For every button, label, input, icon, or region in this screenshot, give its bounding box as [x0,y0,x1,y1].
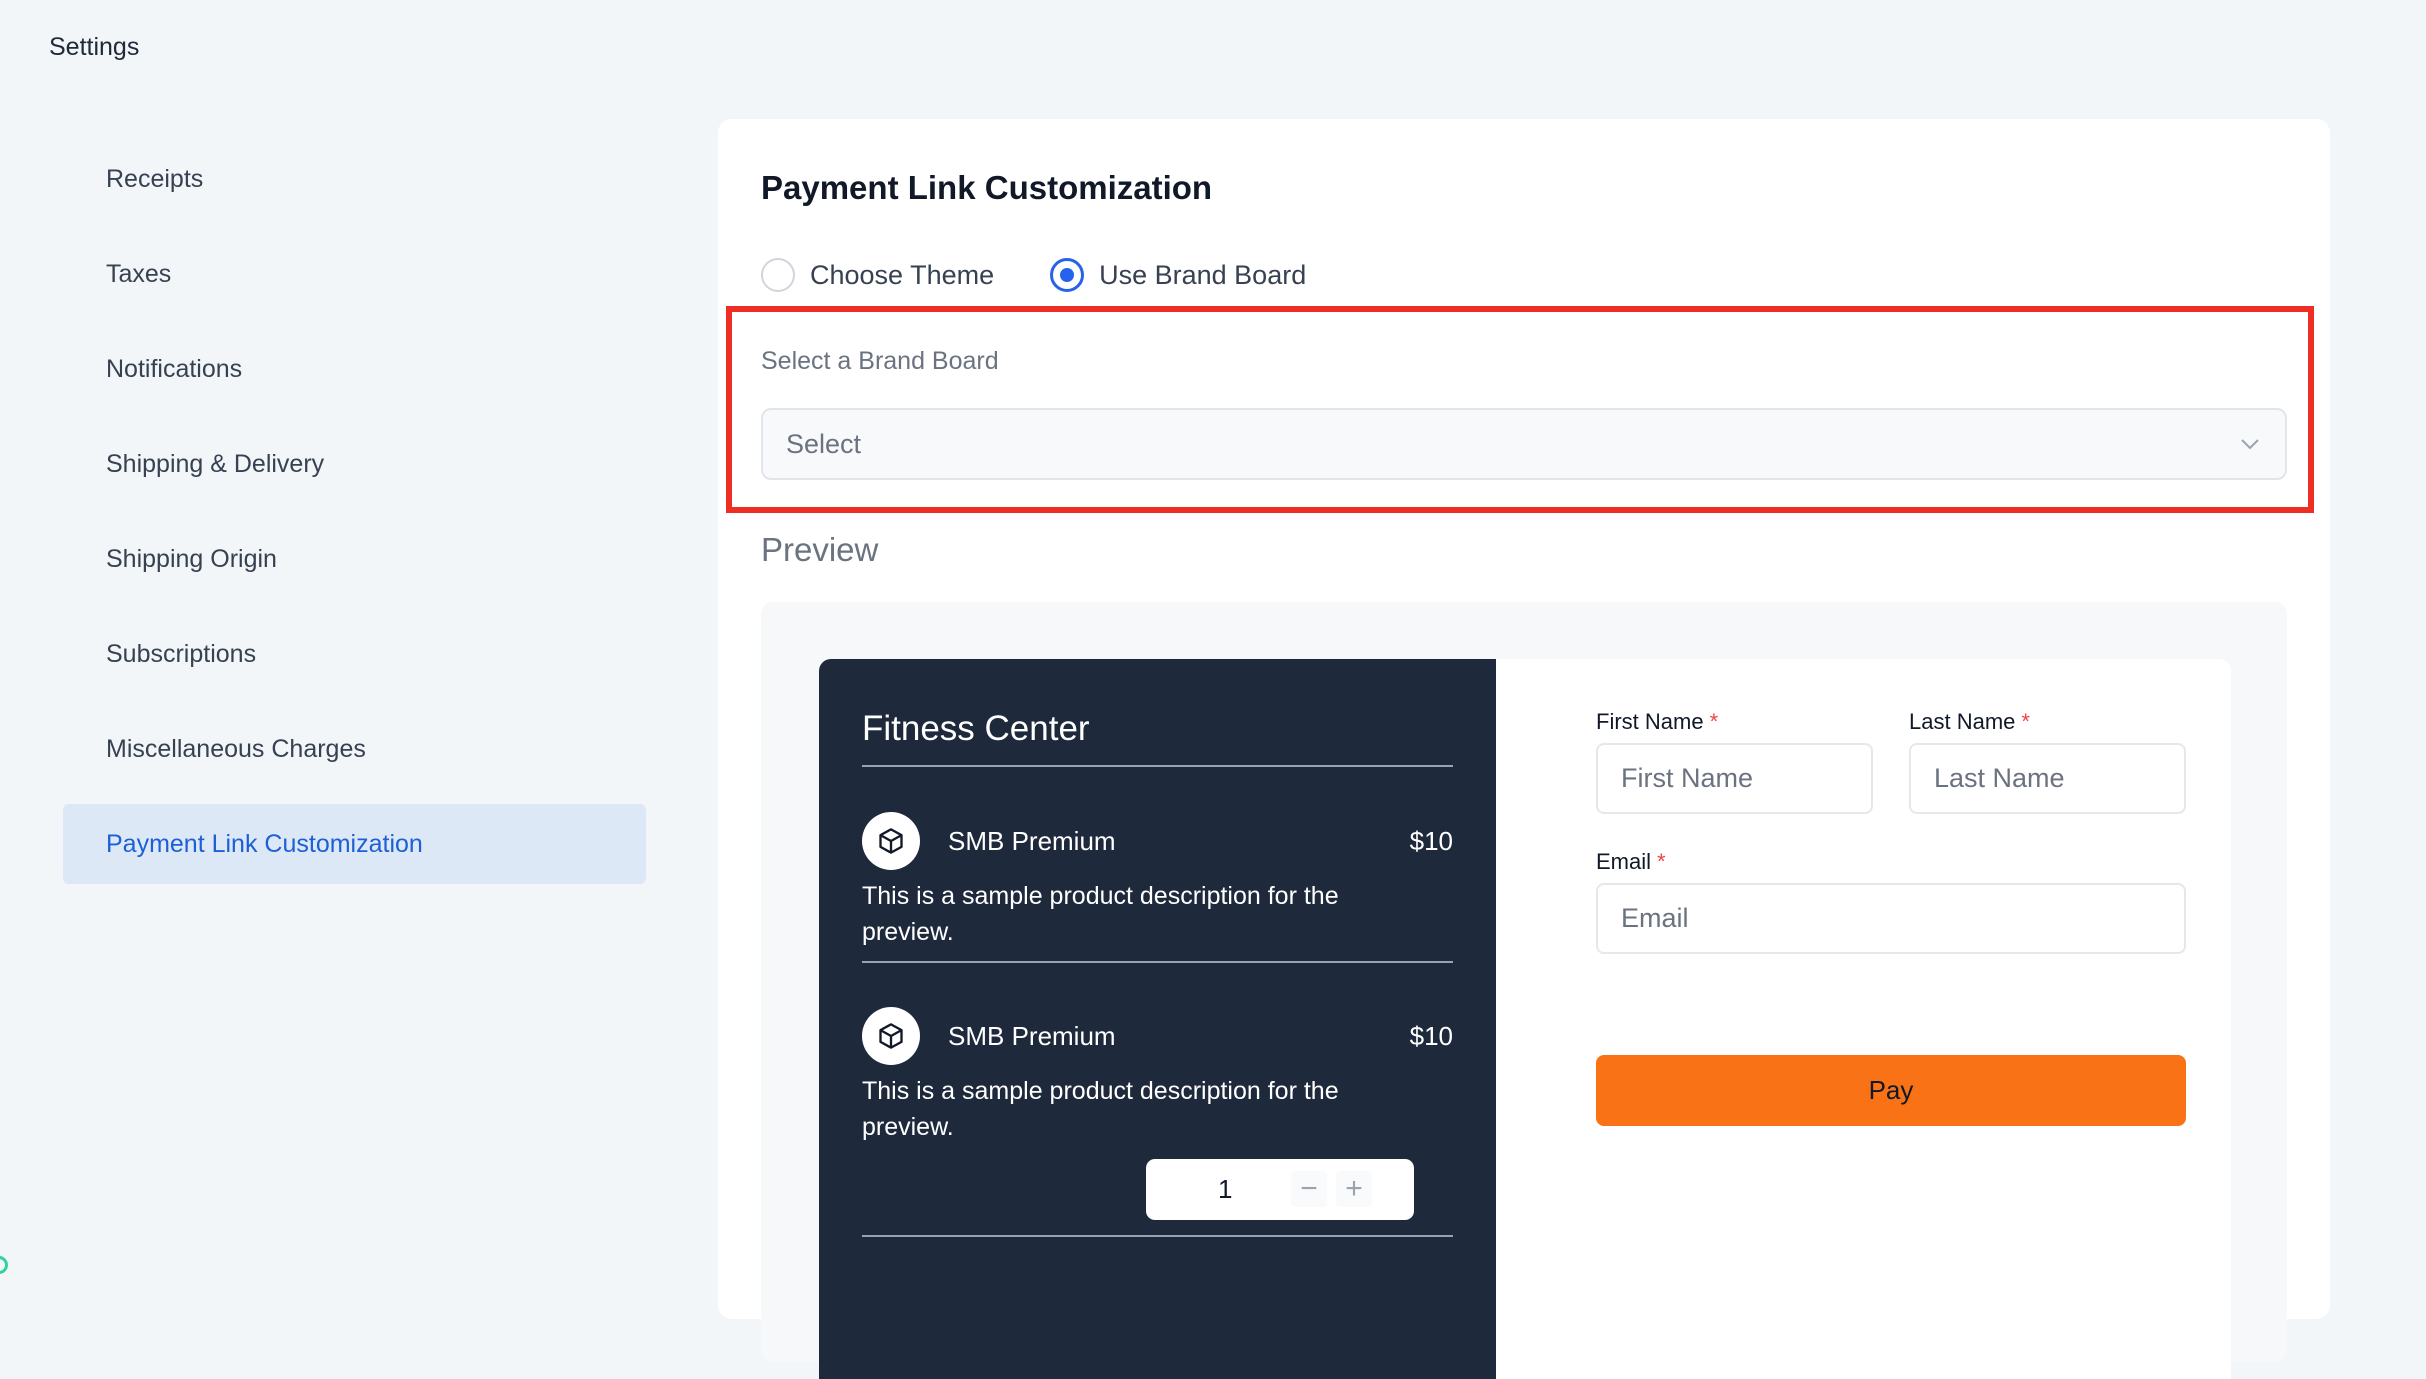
box-icon [862,1007,920,1065]
status-indicator-icon [0,1256,8,1274]
brand-board-select[interactable]: Select [761,408,2287,480]
brand-board-label: Select a Brand Board [761,347,999,375]
pay-button[interactable]: Pay [1596,1055,2186,1126]
required-mark: * [2021,709,2030,734]
sidebar-item-label: Subscriptions [106,639,257,668]
sidebar-item-label: Shipping Origin [106,544,277,573]
product-item: SMB Premium $10 This is a sample product… [862,812,1453,952]
box-icon [862,812,920,870]
label-text: First Name [1596,709,1704,734]
radio-checked-icon[interactable] [1050,258,1085,292]
settings-sidebar: Receipts Taxes Notifications Shipping & … [63,139,646,899]
sidebar-item-taxes[interactable]: Taxes [63,234,646,314]
placeholder: Email [1621,903,1689,933]
payment-link-panel: Payment Link Customization Choose Theme … [718,119,2330,1379]
product-name: SMB Premium [948,1021,1116,1051]
radio-unchecked-icon[interactable] [761,258,795,292]
first-name-input[interactable]: First Name [1596,743,1873,814]
quantity-stepper[interactable]: 1 − + [1146,1159,1414,1220]
sidebar-item-shipping-delivery[interactable]: Shipping & Delivery [63,424,646,504]
sidebar-item-label: Shipping & Delivery [106,449,325,478]
divider [862,765,1453,767]
preview-label: Preview [761,531,879,568]
radio-label: Choose Theme [810,259,995,290]
product-price: $10 [1409,1021,1453,1051]
radio-use-brand-board[interactable]: Use Brand Board [1050,258,1306,292]
preview-area: Fitness Center SMB Premium $10 This is a… [761,602,2287,1379]
theme-radio-group: Choose Theme Use Brand Board [761,258,1362,292]
sidebar-item-label: Notifications [106,354,243,383]
store-name: Fitness Center [862,709,1090,748]
last-name-input[interactable]: Last Name [1909,743,2186,814]
divider [862,961,1453,963]
sidebar-item-subscriptions[interactable]: Subscriptions [63,614,646,694]
first-name-label: First Name * [1596,709,1718,735]
sidebar-item-label: Miscellaneous Charges [106,734,366,763]
preview-checkout-form: First Name * Last Name * First Name Last N… [1496,659,2231,1379]
placeholder: Last Name [1934,763,2065,793]
select-value: Select [786,428,862,459]
label-text: Last Name [1909,709,2016,734]
sidebar-item-notifications[interactable]: Notifications [63,329,646,409]
chevron-down-icon [2241,439,2259,450]
product-name: SMB Premium [948,826,1116,856]
label-text: Email [1596,849,1652,874]
sidebar-item-label: Receipts [106,164,204,193]
required-mark: * [1709,709,1719,734]
sidebar-item-label: Taxes [106,259,172,288]
sidebar-item-label: Payment Link Customization [106,829,423,858]
divider [862,1235,1453,1237]
last-name-label: Last Name * [1909,709,2030,735]
minus-icon[interactable]: − [1291,1171,1327,1207]
radio-choose-theme[interactable]: Choose Theme [761,258,994,292]
required-mark: * [1657,849,1666,874]
placeholder: First Name [1621,763,1754,793]
email-label: Email * [1596,849,1666,875]
quantity-value: 1 [1218,1174,1233,1204]
panel-title: Payment Link Customization [761,169,1213,206]
plus-icon[interactable]: + [1336,1171,1372,1207]
product-price: $10 [1409,826,1453,856]
preview-order-summary: Fitness Center SMB Premium $10 This is a… [819,659,1496,1379]
sidebar-item-payment-link-customization[interactable]: Payment Link Customization [63,804,646,884]
sidebar-item-receipts[interactable]: Receipts [63,139,646,219]
sidebar-item-miscellaneous-charges[interactable]: Miscellaneous Charges [63,709,646,789]
product-description: This is a sample product description for… [862,882,1339,946]
sidebar-item-shipping-origin[interactable]: Shipping Origin [63,519,646,599]
page-title: Settings [49,33,140,61]
email-input[interactable]: Email [1596,883,2186,954]
radio-label: Use Brand Board [1099,259,1307,290]
product-description: This is a sample product description for… [862,1077,1339,1141]
